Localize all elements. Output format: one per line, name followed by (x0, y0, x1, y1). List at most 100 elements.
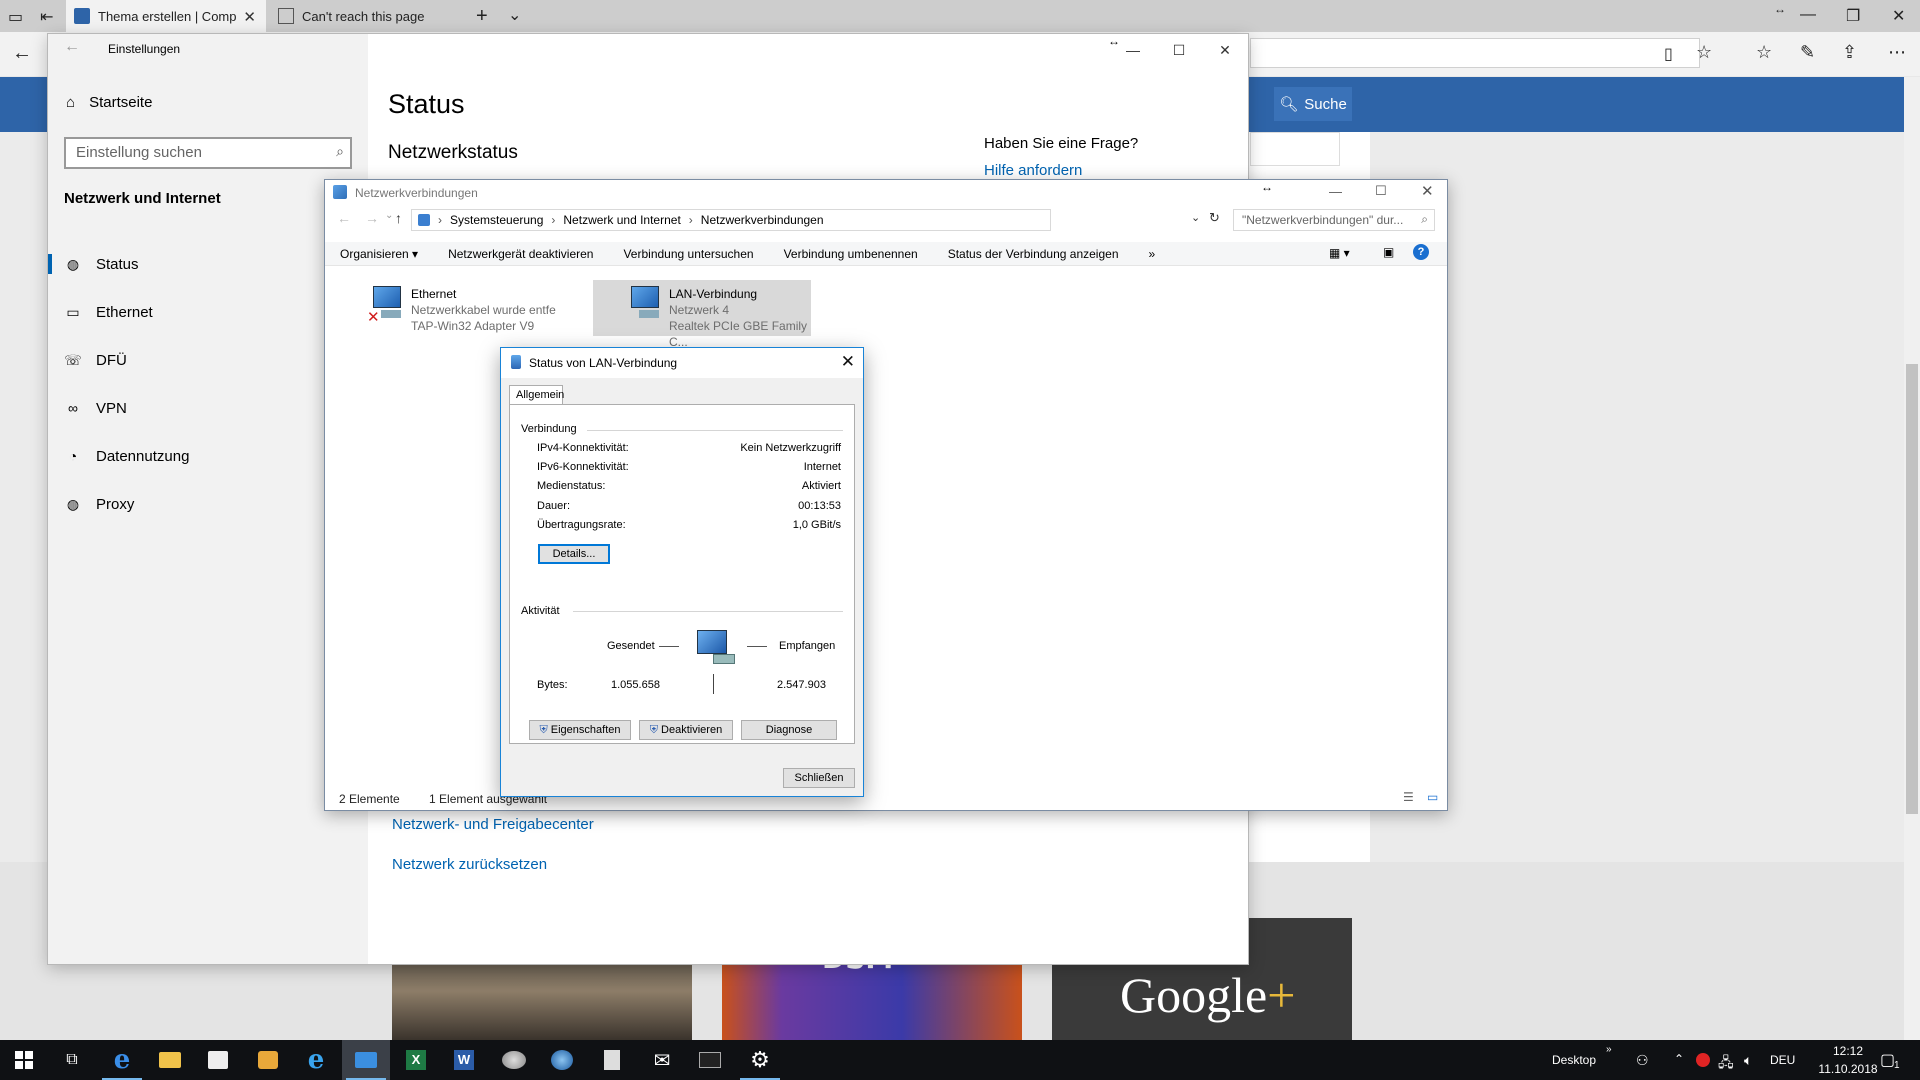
taskbar-word[interactable]: W (440, 1040, 488, 1080)
desktop-toolbar-label[interactable]: Desktop (1552, 1053, 1596, 1067)
favorite-star-icon[interactable]: ☆ (1696, 42, 1712, 63)
restore-button[interactable]: ❐ (1846, 6, 1860, 26)
clock-date[interactable]: 11.10.2018 (1808, 1062, 1888, 1076)
settings-nav-datennutzung[interactable]: ◔ Datennutzung (48, 436, 368, 476)
page-scrollbar-thumb[interactable] (1906, 364, 1918, 814)
tab-preview-chevron-icon[interactable]: ⌄ (508, 5, 521, 25)
notification-center-icon[interactable]: ▢ (1880, 1050, 1895, 1070)
diagnose-button[interactable]: Diagnose (741, 720, 837, 740)
taskbar-explorer[interactable] (146, 1040, 194, 1080)
refresh-icon[interactable]: ↻ (1209, 210, 1220, 226)
minimize-button[interactable]: — (1800, 6, 1816, 24)
share-icon[interactable]: ⇪ (1842, 42, 1857, 63)
close-tab-icon[interactable]: ✕ (243, 8, 256, 26)
more-commands-button[interactable]: » (1134, 247, 1171, 261)
site-search-button[interactable]: 🔍︎ Suche (1274, 87, 1352, 121)
search-placeholder: "Netzwerkverbindungen" dur... (1242, 213, 1404, 227)
organize-menu[interactable]: Organisieren ▾ (325, 247, 433, 261)
help-icon[interactable]: ? (1413, 244, 1429, 260)
details-button[interactable]: Details... (538, 544, 610, 564)
network-reset-link[interactable]: Netzwerk zurücksetzen (392, 856, 547, 873)
taskbar-edge[interactable]: e (98, 1040, 146, 1080)
language-indicator[interactable]: DEU (1770, 1053, 1795, 1067)
browser-tab[interactable]: Can't reach this page (270, 0, 464, 32)
volume-icon[interactable]: 🔈︎ (1744, 1052, 1752, 1069)
chevron-up-icon[interactable]: ⌃ (1674, 1052, 1684, 1066)
antivirus-tray-icon[interactable] (1696, 1053, 1710, 1067)
settings-back-icon[interactable]: ← (64, 38, 80, 56)
taskbar-store[interactable] (194, 1040, 242, 1080)
minimize-button[interactable]: — (1110, 34, 1156, 66)
back-arrow-icon[interactable]: ← (337, 210, 351, 226)
start-button[interactable] (0, 1040, 48, 1080)
pen-icon[interactable]: ✎ (1800, 42, 1815, 63)
close-window-button[interactable]: ✕ (1421, 182, 1434, 200)
taskbar-app[interactable] (490, 1040, 538, 1080)
settings-nav-proxy[interactable]: ◍ Proxy (48, 484, 368, 524)
network-tray-icon[interactable]: 🖧︎ (1718, 1052, 1734, 1076)
network-sharing-center-link[interactable]: Netzwerk- und Freigabecenter (392, 816, 594, 833)
taskbar-control-panel[interactable] (342, 1040, 390, 1080)
breadcrumb-item[interactable]: Netzwerk und Internet (563, 213, 680, 227)
view-status-button[interactable]: Status der Verbindung anzeigen (933, 247, 1134, 261)
chevron-down-icon[interactable]: ⌄ (1191, 211, 1200, 224)
settings-search-input[interactable]: Einstellung suchen ⌕ (64, 137, 352, 169)
task-view-button[interactable]: ⧉ (48, 1040, 96, 1080)
settings-nav-status[interactable]: ◍ Status (48, 244, 368, 284)
settings-nav-vpn[interactable]: ∞ VPN (48, 388, 368, 428)
preview-pane-icon[interactable]: ▣ (1383, 245, 1394, 259)
diagnose-connection-button[interactable]: Verbindung untersuchen (608, 247, 768, 261)
set-aside-tabs-icon[interactable]: ⇤ (40, 7, 53, 27)
settings-nav-ethernet[interactable]: ▭ Ethernet (48, 292, 368, 332)
taskbar-ie[interactable]: e (292, 1040, 340, 1080)
people-icon[interactable]: ⚇ (1636, 1052, 1649, 1069)
taskbar-calculator[interactable] (588, 1040, 636, 1080)
sent-label: Gesendet (607, 640, 655, 652)
toolbar-expand-icon[interactable]: » (1606, 1044, 1612, 1055)
breadcrumb[interactable]: › Systemsteuerung › Netzwerk und Interne… (411, 209, 1051, 231)
browser-tab-active[interactable]: Thema erstellen | Comp ✕ (66, 0, 266, 32)
favorites-hub-icon[interactable]: ☆ (1756, 42, 1772, 63)
tiles-view-icon[interactable]: ▭ (1427, 790, 1438, 804)
settings-nav-dfu[interactable]: ☏ DFÜ (48, 340, 368, 380)
forward-arrow-icon[interactable]: → (365, 210, 379, 226)
minimize-button[interactable]: — (1329, 184, 1342, 199)
close-dialog-button[interactable]: ✕ (841, 352, 855, 372)
browser-back-button[interactable]: ← (12, 42, 32, 65)
disable-device-button[interactable]: Netzwerkgerät deaktivieren (433, 247, 608, 261)
address-bar[interactable] (1250, 38, 1700, 68)
close-window-button[interactable]: ✕ (1202, 34, 1248, 66)
maximize-button[interactable]: ☐ (1375, 183, 1387, 199)
help-link[interactable]: Hilfe anfordern (984, 162, 1082, 179)
view-options-icon[interactable]: ▦ ▾ (1329, 246, 1350, 260)
connection-item-ethernet[interactable]: ✕ Ethernet Netzwerkkabel wurde entfe TAP… (367, 280, 575, 336)
disable-button[interactable]: ⛨ Deaktivieren (639, 720, 733, 740)
maximize-button[interactable]: ☐ (1156, 34, 1202, 66)
new-tab-button[interactable]: + (476, 5, 488, 28)
recent-dropdown-icon[interactable]: ⌄ (385, 210, 393, 221)
up-arrow-icon[interactable]: ↑ (395, 210, 402, 226)
clock-time[interactable]: 12:12 (1818, 1044, 1878, 1058)
taskbar-settings[interactable]: ⚙ (736, 1040, 784, 1080)
site-search-field[interactable] (1250, 132, 1340, 166)
tab-general[interactable]: Allgemein (509, 385, 564, 405)
taskbar-excel[interactable]: X (392, 1040, 440, 1080)
connection-item-lan[interactable]: LAN-Verbindung Netzwerk 4 Realtek PCIe G… (593, 280, 811, 349)
breadcrumb-item[interactable]: Systemsteuerung (450, 213, 543, 227)
taskbar-media[interactable] (244, 1040, 292, 1080)
close-button[interactable]: Schließen (783, 768, 855, 788)
reading-view-icon[interactable]: ▯ (1664, 44, 1673, 64)
settings-home-link[interactable]: ⌂ Startseite (66, 94, 152, 111)
close-window-button[interactable]: ✕ (1892, 6, 1905, 26)
rename-connection-button[interactable]: Verbindung umbenennen (769, 247, 933, 261)
tab-list-icon[interactable]: ▭ (8, 7, 23, 27)
taskbar-mail[interactable]: ✉ (638, 1040, 686, 1080)
search-input[interactable]: "Netzwerkverbindungen" dur... ⌕ (1233, 209, 1435, 231)
page-icon (278, 8, 294, 24)
taskbar-app[interactable] (538, 1040, 586, 1080)
taskbar-terminal[interactable] (686, 1040, 734, 1080)
properties-button[interactable]: ⛨ Eigenschaften (529, 720, 631, 740)
more-menu-icon[interactable]: ⋯ (1888, 42, 1906, 63)
details-view-icon[interactable]: ☰ (1403, 790, 1414, 804)
breadcrumb-item[interactable]: Netzwerkverbindungen (701, 213, 824, 227)
